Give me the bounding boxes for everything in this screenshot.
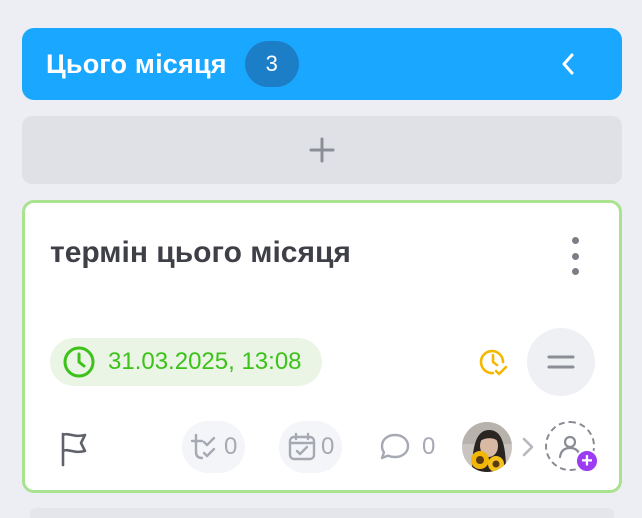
collapse-column-button[interactable] (554, 50, 582, 78)
column-header: Цього місяця 3 (22, 28, 622, 100)
kebab-icon (571, 237, 579, 244)
chevron-left-icon (562, 53, 574, 75)
deadline-text: 31.03.2025, 13:08 (108, 348, 302, 375)
add-task-button[interactable] (22, 116, 622, 184)
card-menu-button[interactable] (567, 237, 583, 275)
comments-counter[interactable]: 0 (370, 421, 443, 473)
checklist-icon (190, 433, 216, 460)
clock-check-icon (479, 349, 508, 376)
add-assignee-button[interactable]: + (545, 421, 599, 473)
dates-count: 0 (321, 433, 335, 460)
calendar-check-icon (288, 432, 316, 461)
time-status-indicator[interactable] (476, 345, 510, 379)
user-photo (462, 422, 512, 472)
flag-icon[interactable] (58, 431, 90, 467)
clock-icon (63, 346, 95, 378)
comment-icon (380, 433, 410, 460)
priority-button[interactable] (527, 328, 595, 396)
column-count-badge: 3 (244, 41, 299, 87)
deadline-badge[interactable]: 31.03.2025, 13:08 (50, 338, 322, 386)
card-title: термін цього місяця (50, 236, 351, 269)
chevron-right-icon (522, 437, 534, 457)
comments-count: 0 (422, 433, 436, 460)
next-card-edge (30, 508, 614, 518)
subtasks-count: 0 (224, 433, 238, 460)
avatar[interactable] (462, 422, 512, 472)
column-title: Цього місяця (46, 48, 227, 79)
equals-icon (547, 355, 575, 369)
dates-counter[interactable]: 0 (279, 421, 343, 473)
plus-badge-icon: + (575, 449, 599, 473)
subtasks-counter[interactable]: 0 (182, 421, 246, 473)
task-card[interactable]: термін цього місяця 31.03.2025, 13:08 0 … (22, 200, 622, 493)
plus-icon (309, 137, 335, 163)
